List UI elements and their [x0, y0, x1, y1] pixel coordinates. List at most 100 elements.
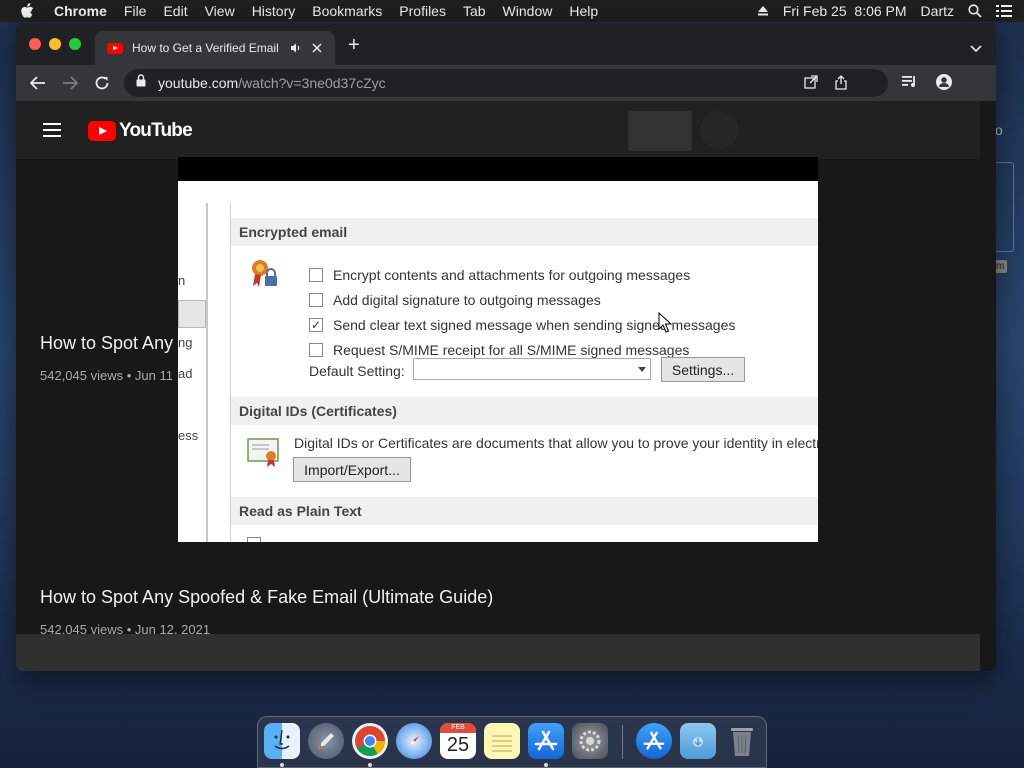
- trash-icon[interactable]: [724, 723, 760, 759]
- video-left-nav-text: ess: [178, 428, 199, 443]
- open-in-app-icon[interactable]: [804, 75, 818, 95]
- tab-title: How to Get a Verified Email: [132, 41, 279, 55]
- back-button[interactable]: [29, 74, 47, 92]
- finder-icon[interactable]: [264, 723, 300, 759]
- share-icon[interactable]: [834, 75, 848, 95]
- tab-audio-icon[interactable]: [290, 42, 302, 54]
- video-meta: 542,045 views • Jun 11: [40, 368, 173, 383]
- browser-toolbar: youtube.com/watch?v=3ne0d37cZyc: [16, 65, 996, 101]
- video-title[interactable]: How to Spot Any: [40, 333, 173, 354]
- hamburger-menu-icon[interactable]: [43, 123, 61, 141]
- menu-history[interactable]: History: [252, 3, 296, 19]
- calendar-icon[interactable]: FEB 25: [440, 723, 476, 759]
- header-loading-placeholder: [628, 111, 692, 151]
- apple-menu-icon[interactable]: [20, 3, 40, 19]
- menu-file[interactable]: File: [124, 3, 147, 19]
- import-export-button[interactable]: Import/Export...: [293, 457, 411, 482]
- menu-app-name[interactable]: Chrome: [54, 3, 107, 19]
- add-digital-signature-checkbox[interactable]: [309, 293, 323, 307]
- url-text[interactable]: youtube.com/watch?v=3ne0d37cZyc: [158, 75, 386, 91]
- menubar-user[interactable]: Dartz: [921, 3, 954, 19]
- default-setting-label: Default Setting:: [309, 363, 405, 379]
- video-card[interactable]: How to Spot Any 542,045 views • Jun 11: [40, 333, 173, 383]
- menu-profiles[interactable]: Profiles: [399, 3, 446, 19]
- calendar-day: 25: [446, 734, 470, 756]
- menu-help[interactable]: Help: [569, 3, 598, 19]
- encrypt-contents-checkbox[interactable]: [309, 268, 323, 282]
- encrypt-contents-option[interactable]: Encrypt contents and attachments for out…: [309, 267, 690, 283]
- system-preferences-icon[interactable]: [572, 723, 608, 759]
- reload-button[interactable]: [93, 74, 111, 92]
- read-as-plain-text-header: Read as Plain Text: [231, 497, 818, 525]
- youtube-play-logo-icon: [88, 121, 116, 141]
- close-window-button[interactable]: [29, 38, 41, 50]
- control-center-icon[interactable]: [996, 4, 1012, 18]
- background-window-thumbnail: [995, 162, 1014, 252]
- plain-text-checkbox[interactable]: [247, 537, 261, 542]
- tab-close-icon[interactable]: [312, 43, 322, 53]
- dock-separator: [622, 725, 623, 759]
- digital-ids-header: Digital IDs (Certificates): [231, 397, 818, 425]
- minimize-window-button[interactable]: [49, 38, 61, 50]
- encryption-certificate-icon: [247, 256, 281, 295]
- send-clear-text-checkbox[interactable]: [309, 318, 323, 332]
- menu-bookmarks[interactable]: Bookmarks: [312, 3, 382, 19]
- youtube-header: YouTube: [16, 101, 980, 159]
- launchpad-icon[interactable]: [308, 723, 344, 759]
- video-player-frame[interactable]: n ng ad ess Encrypted email Encrypt cont…: [178, 157, 818, 542]
- menu-window[interactable]: Window: [503, 3, 553, 19]
- tab-search-chevron-icon[interactable]: [970, 40, 982, 58]
- dock: FEB 25: [257, 716, 767, 768]
- url-host: youtube.com: [158, 75, 239, 91]
- menu-bar: Chrome File Edit View History Bookmarks …: [0, 0, 1024, 22]
- new-tab-button[interactable]: +: [348, 35, 360, 55]
- finder-running-indicator: [280, 763, 284, 767]
- app-store-running-indicator: [544, 763, 548, 767]
- request-smime-receipt-checkbox[interactable]: [309, 343, 323, 357]
- settings-button[interactable]: Settings...: [661, 357, 745, 382]
- lock-icon[interactable]: [136, 74, 146, 92]
- menu-view[interactable]: View: [205, 3, 235, 19]
- youtube-logo[interactable]: YouTube: [88, 120, 193, 142]
- address-bar[interactable]: youtube.com/watch?v=3ne0d37cZyc: [124, 69, 888, 97]
- video-card[interactable]: How to Spot Any Spoofed & Fake Email (Ul…: [40, 587, 493, 637]
- zoom-window-button[interactable]: [69, 38, 81, 50]
- request-smime-receipt-option[interactable]: Request S/MIME receipt for all S/MIME si…: [309, 342, 689, 358]
- video-left-nav-text: n: [178, 273, 186, 288]
- tab-strip: How to Get a Verified Email +: [16, 23, 996, 65]
- dropdown-arrow-icon: [638, 367, 646, 372]
- notes-icon[interactable]: [484, 723, 520, 759]
- chrome-icon[interactable]: [352, 723, 388, 759]
- digital-ids-description: Digital IDs or Certificates are document…: [294, 435, 818, 451]
- spotlight-search-icon[interactable]: [968, 4, 982, 18]
- app-store-downloads-icon[interactable]: [636, 723, 672, 759]
- forward-button[interactable]: [61, 74, 79, 92]
- video-left-nav-text: ng: [178, 335, 193, 350]
- menu-tab[interactable]: Tab: [463, 3, 486, 19]
- downloads-folder-icon[interactable]: [680, 723, 716, 759]
- menubar-datetime[interactable]: Fri Feb 25 8:06 PM: [783, 3, 907, 19]
- tab-active[interactable]: How to Get a Verified Email: [95, 31, 335, 65]
- menu-edit[interactable]: Edit: [163, 3, 187, 19]
- calendar-month: FEB: [440, 723, 476, 733]
- video-settings-content: Encrypted email Encrypt contents and att…: [230, 203, 818, 542]
- video-left-nav-panel: n ng ad ess: [178, 203, 208, 542]
- add-digital-signature-option[interactable]: Add digital signature to outgoing messag…: [309, 292, 601, 308]
- eject-icon[interactable]: [757, 5, 769, 17]
- option-label: Add digital signature to outgoing messag…: [333, 292, 601, 308]
- background-window-text: o: [995, 122, 1003, 138]
- youtube-logo-text: YouTube: [119, 120, 193, 141]
- media-controls-icon[interactable]: [902, 74, 918, 95]
- profile-avatar-icon[interactable]: [936, 74, 952, 95]
- option-label: Encrypt contents and attachments for out…: [333, 267, 691, 283]
- mouse-pointer-icon: [658, 311, 673, 339]
- safari-icon[interactable]: [396, 723, 432, 759]
- menubar-status-area: Fri Feb 25 8:06 PM Dartz: [743, 0, 1012, 22]
- app-store-icon[interactable]: [528, 723, 564, 759]
- video-title[interactable]: How to Spot Any Spoofed & Fake Email (Ul…: [40, 587, 493, 608]
- encrypted-email-header: Encrypted email: [231, 218, 818, 246]
- chrome-running-indicator: [368, 763, 372, 767]
- default-setting-dropdown[interactable]: [413, 358, 651, 380]
- page-bottom-bar: [16, 634, 980, 671]
- certificate-document-icon: [247, 436, 281, 473]
